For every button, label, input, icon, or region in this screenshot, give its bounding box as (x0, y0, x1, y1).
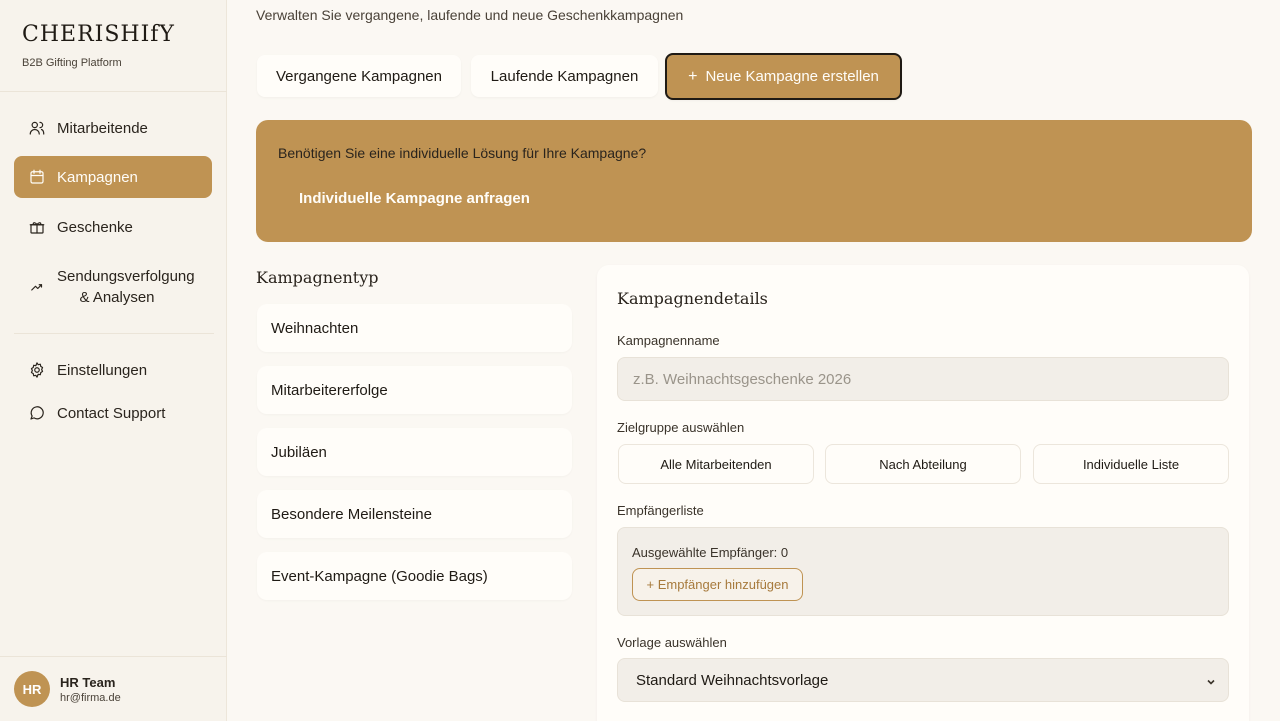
sidebar-item-label: Sendungsverfolgung & Analysen (57, 268, 195, 306)
campaign-type-meilensteine[interactable]: Besondere Meilensteine (257, 490, 572, 538)
banner-question: Benötigen Sie eine individuelle Lösung f… (278, 145, 647, 161)
campaign-type-label: Weihnachten (271, 319, 359, 337)
campaign-name-label: Kampagnenname (617, 333, 720, 348)
calendar-icon (28, 168, 46, 186)
campaign-type-label: Jubiläen (271, 443, 327, 461)
button-label: Neue Kampagne erstellen (705, 68, 879, 85)
brand-logo[interactable]: CHERISHIfY (22, 22, 175, 47)
campaign-type-mitarbeitererfolge[interactable]: Mitarbeitererfolge (257, 366, 572, 414)
page-subtitle: Verwalten Sie vergangene, laufende und n… (256, 7, 684, 23)
tab-label: Vergangene Kampagnen (276, 67, 442, 85)
sidebar-item-label: Mitarbeitende (57, 119, 148, 137)
avatar: HR (14, 671, 50, 707)
recipients-box: Ausgewählte Empfänger: 0 + Empfänger hin… (617, 527, 1229, 616)
plus-icon: + (688, 67, 698, 85)
template-label: Vorlage auswählen (617, 635, 727, 650)
user-profile[interactable]: HR HR Team hr@firma.de (14, 671, 121, 707)
sidebar-divider (0, 656, 227, 657)
new-campaign-button[interactable]: + Neue Kampagne erstellen (665, 53, 902, 100)
tab-running-campaigns[interactable]: Laufende Kampagnen (471, 55, 658, 97)
target-group-label: Zielgruppe auswählen (617, 420, 745, 435)
chevron-down-icon (1206, 674, 1216, 685)
campaign-name-input[interactable] (617, 357, 1229, 401)
recipients-count: Ausgewählte Empfänger: 0 (632, 545, 789, 560)
sidebar-item-label: Kampagnen (57, 168, 138, 186)
campaign-type-title: Kampagnentyp (256, 268, 379, 287)
custom-solution-banner: Benötigen Sie eine individuelle Lösung f… (256, 120, 1252, 242)
option-label: Individuelle Liste (1082, 456, 1180, 472)
gear-icon (28, 361, 46, 379)
users-icon (28, 119, 46, 137)
sidebar: CHERISHIfY B2B Gifting Platform Mitarbei… (0, 0, 227, 721)
target-by-department-button[interactable]: Nach Abteilung (825, 444, 1021, 484)
sidebar-item-contact-support[interactable]: Contact Support (14, 392, 212, 434)
request-custom-campaign-link[interactable]: Individuelle Kampagne anfragen (299, 190, 530, 207)
option-label: Alle Mitarbeitenden (660, 456, 772, 472)
user-email: hr@firma.de (60, 691, 121, 704)
sidebar-item-label: Einstellungen (57, 361, 148, 379)
tab-past-campaigns[interactable]: Vergangene Kampagnen (257, 55, 461, 97)
target-all-employees-button[interactable]: Alle Mitarbeitenden (618, 444, 814, 484)
user-name: HR Team (60, 674, 116, 690)
target-custom-list-button[interactable]: Individuelle Liste (1033, 444, 1229, 484)
gift-icon (28, 218, 46, 236)
campaign-type-label: Besondere Meilensteine (271, 505, 432, 523)
recipients-label: Empfängerliste (617, 503, 704, 518)
sidebar-item-label: Contact Support (57, 404, 166, 422)
campaign-type-jubilaeen[interactable]: Jubiläen (257, 428, 572, 476)
campaign-details-panel: Kampagnendetails Kampagnenname Zielgrupp… (597, 265, 1249, 721)
sidebar-divider (0, 91, 227, 92)
tab-label: Laufende Kampagnen (490, 67, 639, 85)
add-recipients-button[interactable]: + Empfänger hinzufügen (632, 568, 803, 601)
sidebar-item-mitarbeitende[interactable]: Mitarbeitende (14, 107, 212, 149)
sidebar-item-kampagnen[interactable]: Kampagnen (14, 156, 212, 198)
details-title: Kampagnendetails (617, 289, 768, 308)
sidebar-item-label: Geschenke (57, 218, 133, 236)
campaign-type-label: Mitarbeitererfolge (271, 381, 388, 399)
sidebar-item-sendungsverfolgung[interactable]: Sendungsverfolgung & Analysen (14, 261, 212, 313)
brand-tagline: B2B Gifting Platform (22, 57, 122, 69)
trending-up-icon (28, 278, 46, 296)
sidebar-item-einstellungen[interactable]: Einstellungen (14, 349, 212, 391)
template-value: Standard Weihnachtsvorlage (636, 671, 829, 689)
sidebar-divider (14, 333, 214, 334)
message-icon (28, 404, 46, 422)
campaign-type-weihnachten[interactable]: Weihnachten (257, 304, 572, 352)
template-select[interactable]: Standard Weihnachtsvorlage (617, 658, 1229, 702)
option-label: Nach Abteilung (879, 456, 967, 472)
campaign-type-event[interactable]: Event-Kampagne (Goodie Bags) (257, 552, 572, 600)
sidebar-item-geschenke[interactable]: Geschenke (14, 206, 212, 248)
campaign-type-label: Event-Kampagne (Goodie Bags) (271, 567, 488, 585)
